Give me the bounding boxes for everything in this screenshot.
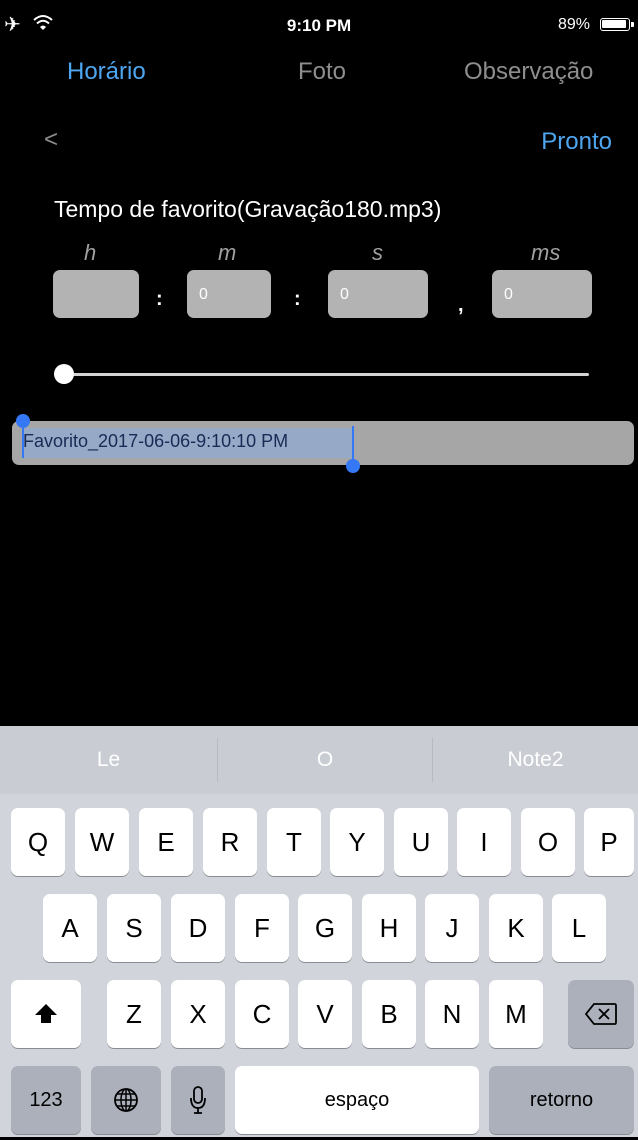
delete-key[interactable] xyxy=(568,980,634,1048)
separator-colon: : xyxy=(156,288,163,310)
suggestion-item[interactable]: O xyxy=(218,726,432,794)
mic-icon xyxy=(190,1086,206,1114)
separator-comma: , xyxy=(458,294,464,316)
battery-percent: 89% xyxy=(557,16,590,33)
key-f[interactable]: F xyxy=(235,894,289,962)
key-z[interactable]: Z xyxy=(107,980,161,1048)
key-q[interactable]: Q xyxy=(11,808,65,876)
key-p[interactable]: P xyxy=(584,808,634,876)
space-key[interactable]: espaço xyxy=(235,1066,479,1134)
key-i[interactable]: I xyxy=(457,808,511,876)
key-a[interactable]: A xyxy=(43,894,97,962)
key-x[interactable]: X xyxy=(171,980,225,1048)
status-time: 9:10 PM xyxy=(286,16,352,35)
tab-horario[interactable]: Horário xyxy=(67,58,146,86)
selection-start-handle[interactable] xyxy=(22,426,24,458)
key-r[interactable]: R xyxy=(203,808,257,876)
globe-key[interactable] xyxy=(91,1066,161,1134)
minutes-input[interactable]: 0 xyxy=(187,270,271,318)
selection-end-handle[interactable] xyxy=(352,426,354,462)
selection-start-knob[interactable] xyxy=(16,414,30,428)
battery-icon xyxy=(600,18,634,31)
status-bar: ✈ 9:10 PM 89% xyxy=(0,0,638,50)
key-o[interactable]: O xyxy=(521,808,575,876)
key-y[interactable]: Y xyxy=(330,808,384,876)
done-button[interactable]: Pronto xyxy=(541,128,612,156)
delete-icon xyxy=(584,1003,617,1025)
unit-ms-label: ms xyxy=(531,240,561,265)
key-h[interactable]: H xyxy=(362,894,416,962)
back-button[interactable]: < xyxy=(44,126,58,154)
bookmark-name-text: Favorito_2017-06-06-9:10:10 PM xyxy=(23,431,289,451)
key-m[interactable]: M xyxy=(489,980,543,1048)
tab-observacao[interactable]: Observação xyxy=(464,58,593,86)
unit-minutes-label: m xyxy=(218,240,237,265)
key-g[interactable]: G xyxy=(298,894,352,962)
key-k[interactable]: K xyxy=(489,894,543,962)
key-v[interactable]: V xyxy=(298,980,352,1048)
globe-icon xyxy=(114,1088,138,1112)
suggestion-item[interactable]: Le xyxy=(0,726,217,794)
hours-input[interactable] xyxy=(53,270,139,318)
position-slider-track[interactable] xyxy=(64,373,589,376)
shift-icon xyxy=(35,1004,57,1023)
seconds-input[interactable]: 0 xyxy=(328,270,428,318)
return-key[interactable]: retorno xyxy=(489,1066,634,1134)
separator-colon: : xyxy=(294,288,301,310)
position-slider-thumb[interactable] xyxy=(54,364,74,384)
unit-seconds-label: s xyxy=(372,240,383,265)
bookmark-time-title: Tempo de favorito(Gravação180.mp3) xyxy=(54,196,442,222)
numbers-key[interactable]: 123 xyxy=(11,1066,81,1134)
key-c[interactable]: C xyxy=(235,980,289,1048)
key-l[interactable]: L xyxy=(552,894,606,962)
tab-foto[interactable]: Foto xyxy=(298,58,346,86)
selection-end-knob[interactable] xyxy=(346,459,360,473)
key-d[interactable]: D xyxy=(171,894,225,962)
shift-key[interactable] xyxy=(11,980,81,1048)
milliseconds-input[interactable]: 0 xyxy=(492,270,592,318)
mic-key[interactable] xyxy=(171,1066,225,1134)
key-j[interactable]: J xyxy=(425,894,479,962)
key-w[interactable]: W xyxy=(75,808,129,876)
key-n[interactable]: N xyxy=(425,980,479,1048)
key-e[interactable]: E xyxy=(139,808,193,876)
key-b[interactable]: B xyxy=(362,980,416,1048)
key-u[interactable]: U xyxy=(394,808,448,876)
unit-hours-label: h xyxy=(84,240,97,265)
key-t[interactable]: T xyxy=(267,808,321,876)
suggestion-item[interactable]: Note2 xyxy=(433,726,638,794)
key-s[interactable]: S xyxy=(107,894,161,962)
